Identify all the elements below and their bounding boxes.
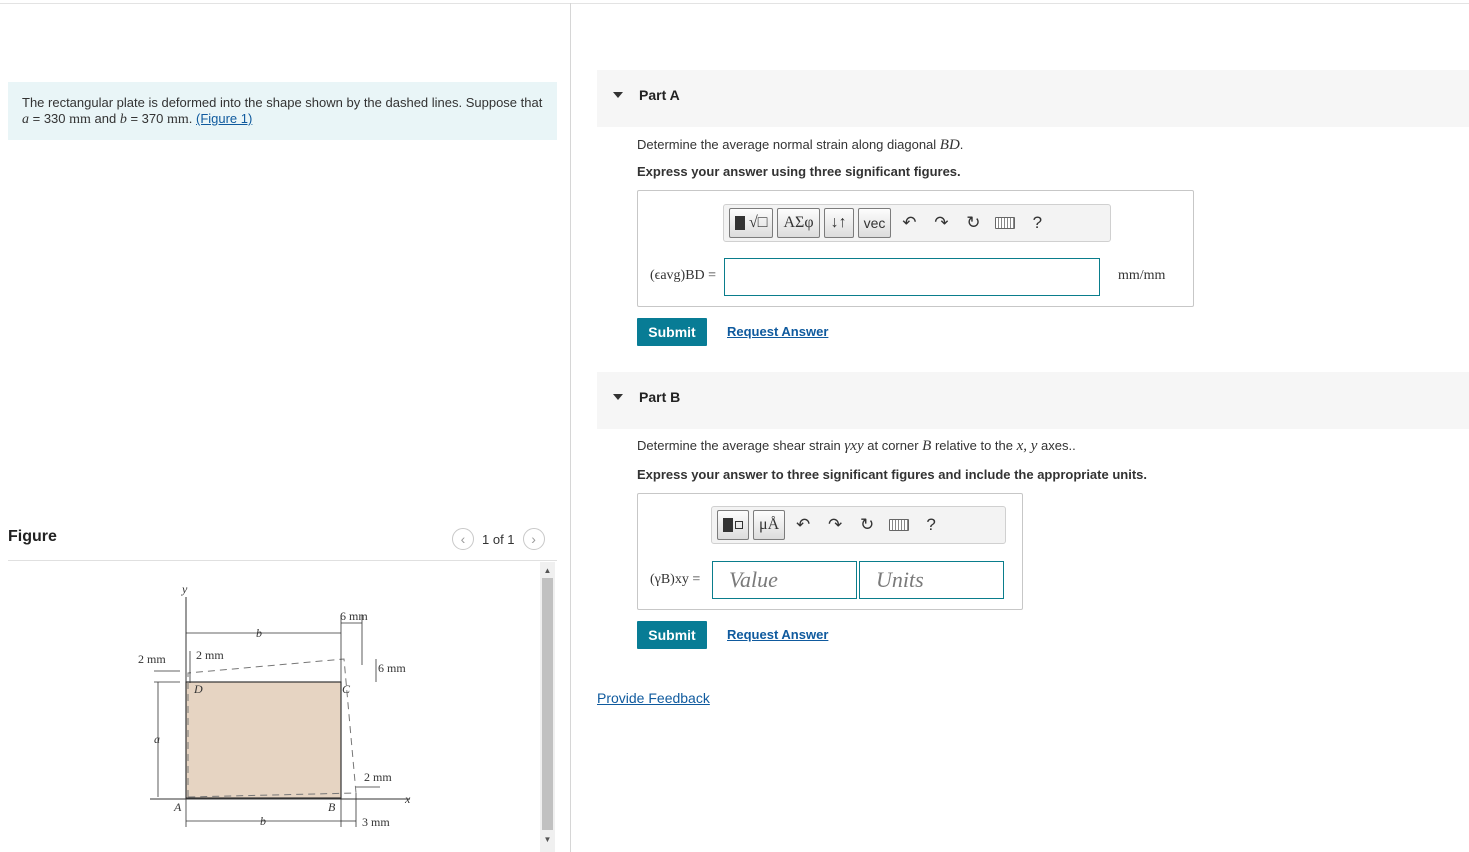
part-b-label: Part B [639,389,681,405]
redo-icon[interactable]: ↷ [821,510,849,540]
part-b-request-answer-link[interactable]: Request Answer [727,627,828,642]
keyboard-icon[interactable] [885,510,913,540]
part-a-question-post: . [959,137,964,152]
redo-icon[interactable]: ↷ [927,208,955,238]
column-divider [570,3,571,852]
part-a-toolbar: √□ ΑΣφ ↓↑ vec ↶ ↷ ↻ ? [723,204,1111,242]
greek-symbols-button[interactable]: ΑΣφ [777,208,820,238]
part-b-question: Determine the average shear strain γxy a… [637,438,1076,455]
arrows-button[interactable]: ↓↑ [823,208,854,238]
corner-b: B [328,800,336,814]
dim-6mm-right-label: 6 mm [378,661,406,675]
deformed-plate-figure: y x b 6 mm 2 mm 2 mm 6 mm a D C A B 2 mm… [138,582,411,829]
keyboard-icon[interactable] [991,208,1019,238]
dim-2mm-left-label: 2 mm [138,652,166,666]
part-b-submit-button[interactable]: Submit [637,621,707,649]
dim-6mm-top-label: 6 mm [340,609,368,623]
part-b-units-input[interactable]: Units [859,561,1004,599]
provide-feedback-link[interactable]: Provide Feedback [597,690,710,706]
part-a-request-answer-link[interactable]: Request Answer [727,324,828,339]
x-axis-label: x [404,792,411,806]
unit-a: mm [69,112,91,127]
dim-2mm-bottom-label: 2 mm [364,770,392,784]
top-border [0,3,1469,4]
part-b-header[interactable]: Part B [597,372,1469,429]
part-a-question: Determine the average normal strain alon… [637,137,963,154]
figure-link[interactable]: (Figure 1) [196,111,252,126]
part-b-question-math-1: γxy [844,438,864,454]
part-b-question-post: axes.. [1037,438,1076,453]
dim-b-top-label: b [256,626,262,640]
corner-d: D [193,682,203,696]
collapse-triangle-icon[interactable] [613,394,623,400]
figure-title: Figure [8,528,57,545]
part-b-question-math-2: B [922,438,932,454]
part-b-question-mid2: relative to the [931,438,1017,453]
scroll-down-icon[interactable]: ▼ [540,832,555,846]
part-b-question-mid: at corner [863,438,923,453]
template-button[interactable] [717,510,749,540]
and-text: and [90,111,120,126]
undo-icon[interactable]: ↶ [895,208,923,238]
corner-a: A [173,800,182,814]
plate [185,681,342,799]
y-axis-label: y [181,582,188,596]
part-b-question-pre: Determine the average shear strain [637,438,845,453]
units-button[interactable]: μÅ [753,510,786,540]
part-a-answer-label: (ϵavg)BD = [650,268,717,283]
eq-a: = 330 [29,111,70,126]
help-button[interactable]: ? [1023,208,1051,238]
part-a-submit-button[interactable]: Submit [637,318,707,346]
figure-page-count: 1 of 1 [482,531,515,547]
part-b-toolbar: μÅ ↶ ↷ ↻ ? [711,506,1006,544]
period: . [188,111,193,126]
part-a-answer-input[interactable] [724,258,1100,296]
dim-2mm-top-label: 2 mm [196,648,224,662]
reset-icon[interactable]: ↻ [959,208,987,238]
unit-b: mm [166,112,189,127]
dim-3mm-label: 3 mm [362,815,390,829]
vector-button[interactable]: vec [857,208,892,238]
part-a-question-math: BD [939,137,960,153]
part-b-answer-label: (γB)xy = [650,572,701,587]
figure-pager: ‹ 1 of 1 › [452,528,545,550]
part-b-instruction: Express your answer to three significant… [637,467,1147,482]
undo-icon[interactable]: ↶ [789,510,817,540]
eq-b: = 370 [126,111,167,126]
part-a-instruction: Express your answer using three signific… [637,164,961,179]
figure-scrollbar-thumb[interactable] [542,578,553,830]
collapse-triangle-icon[interactable] [613,92,623,98]
var-b: b [119,112,127,127]
figure-separator [8,560,557,561]
part-b-value-input[interactable]: Value [712,561,857,599]
template-button-label: √□ [749,214,768,231]
chevron-right-icon[interactable]: › [522,528,545,550]
template-button[interactable]: √□ [729,208,774,238]
part-b-question-math-3: x, y [1016,438,1038,454]
part-a-label: Part A [639,87,680,103]
corner-c: C [342,682,351,696]
part-a-header[interactable]: Part A [597,70,1469,127]
part-a-unit: mm/mm [1118,268,1166,283]
chevron-left-icon[interactable]: ‹ [452,528,474,550]
var-a: a [22,112,29,127]
scroll-up-icon[interactable]: ▲ [540,563,555,577]
dim-a-label: a [154,732,160,746]
part-a-question-pre: Determine the average normal strain alon… [637,137,940,152]
problem-statement: The rectangular plate is deformed into t… [8,82,557,140]
help-button[interactable]: ? [917,510,945,540]
reset-icon[interactable]: ↻ [853,510,881,540]
dim-b-bottom-label: b [260,814,266,828]
problem-text: The rectangular plate is deformed into t… [22,95,543,110]
